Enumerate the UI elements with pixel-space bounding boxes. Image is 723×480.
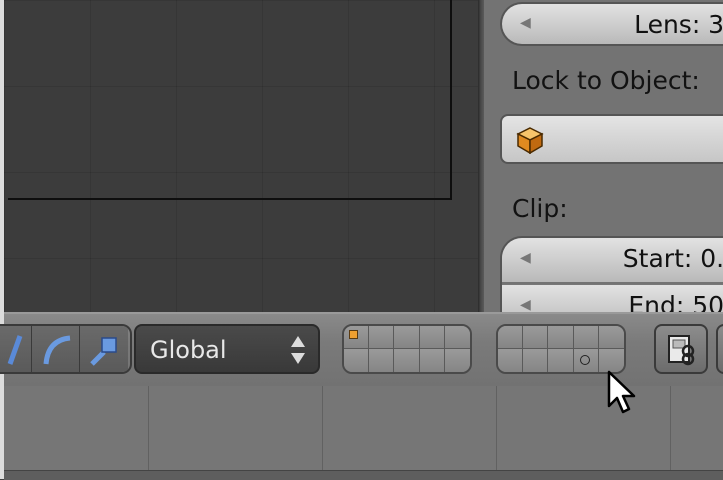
active-layer-indicator	[349, 330, 358, 339]
decrement-arrow-icon[interactable]: ◀	[520, 15, 531, 31]
decrement-arrow-icon[interactable]: ◀	[520, 250, 531, 266]
layer-button[interactable]	[369, 349, 395, 372]
camera-frame	[8, 0, 452, 200]
rotate-manipulator-button[interactable]	[32, 326, 80, 372]
lock-layers-icon	[668, 335, 695, 366]
layer-button[interactable]	[573, 326, 599, 349]
cube-icon	[516, 126, 544, 155]
lock-to-object-label: Lock to Object:	[512, 66, 700, 95]
layers-left-block	[342, 324, 472, 374]
scale-icon	[90, 337, 117, 366]
lens-field[interactable]: ◀ Lens: 35	[500, 2, 723, 46]
layer-button[interactable]	[344, 349, 370, 372]
layer-button[interactable]	[444, 349, 470, 372]
3d-viewport[interactable]	[4, 0, 478, 312]
layer-button[interactable]	[344, 326, 370, 349]
layer-button[interactable]	[444, 326, 470, 349]
layer-button[interactable]	[498, 326, 524, 349]
clip-start-field[interactable]: ◀ Start: 0.1	[502, 238, 723, 282]
layer-button[interactable]	[548, 349, 574, 372]
transform-orientation-value: Global	[150, 336, 227, 364]
header-overflow-button[interactable]	[716, 324, 723, 374]
layer-button[interactable]	[598, 326, 624, 349]
layer-button[interactable]	[548, 326, 574, 349]
lens-value: Lens: 35	[634, 10, 723, 39]
decrement-arrow-icon[interactable]: ◀	[520, 297, 531, 313]
scale-manipulator-button[interactable]	[80, 326, 128, 372]
layer-button[interactable]	[523, 326, 549, 349]
layer-button[interactable]	[573, 349, 599, 372]
layers-right-block	[496, 324, 626, 374]
layer-button[interactable]	[498, 349, 524, 372]
layer-button[interactable]	[419, 349, 445, 372]
rotate-icon	[43, 335, 71, 365]
translate-manipulator-button[interactable]	[0, 326, 32, 372]
layer-button[interactable]	[598, 349, 624, 372]
lock-to-object-field[interactable]	[500, 114, 723, 164]
transform-manipulator-group	[0, 324, 132, 374]
translate-icon	[7, 335, 23, 365]
layer-button[interactable]	[394, 349, 420, 372]
lock-layers-button[interactable]	[654, 324, 708, 374]
transform-orientation-select[interactable]: Global	[134, 324, 320, 374]
layer-button[interactable]	[523, 349, 549, 372]
updown-arrows-icon	[291, 336, 305, 364]
properties-panel: ◀ Lens: 35 Lock to Object: Clip: ◀ Start…	[484, 0, 723, 326]
layer-button[interactable]	[369, 326, 395, 349]
object-layer-indicator	[579, 355, 590, 365]
clip-label: Clip:	[512, 194, 568, 223]
layer-button[interactable]	[394, 326, 420, 349]
layer-button[interactable]	[419, 326, 445, 349]
mouse-cursor-icon	[607, 370, 636, 414]
clip-start-value: Start: 0.1	[622, 244, 723, 273]
